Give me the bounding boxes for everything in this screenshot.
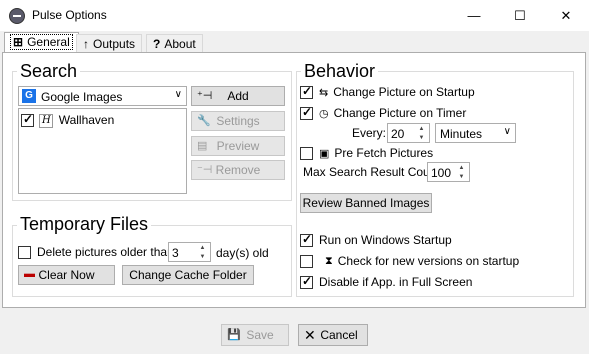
run-on-startup-row[interactable]: Run on Windows Startup (300, 232, 452, 247)
change-on-startup-row[interactable]: ⇆ Change Picture on Startup (300, 84, 475, 99)
remove-button-label: Remove (215, 163, 261, 177)
check-updates-row[interactable]: ⧗ Check for new versions on startup (300, 254, 519, 268)
stepper-up-icon[interactable]: ▲ (455, 164, 468, 172)
change-cache-label: Change Cache Folder (129, 268, 247, 282)
delete-old-checkbox-row[interactable]: Delete pictures older than (18, 245, 174, 259)
plug-remove-icon: ⁻⊣ (197, 164, 213, 176)
days-stepper[interactable]: 3 ▲ ▼ (168, 242, 211, 262)
disable-fullscreen-row[interactable]: Disable if App. in Full Screen (300, 274, 473, 289)
search-provider-select[interactable]: G Google Images ∨ (18, 86, 187, 106)
search-provider-value: Google Images (41, 90, 123, 104)
delete-old-checkbox[interactable] (18, 245, 31, 259)
maximize-button[interactable]: ☐ (497, 0, 543, 31)
days-value: 3 (172, 246, 179, 260)
add-button[interactable]: ⁺⊣ Add (191, 86, 285, 106)
title-bar: Pulse Options — ☐ ✕ (0, 0, 589, 31)
tab-outputs[interactable]: ↑ Outputs (76, 34, 143, 53)
window-title: Pulse Options (32, 8, 107, 22)
settings-button[interactable]: 🔧 Settings (191, 111, 285, 131)
sliders-icon: ⊞ (13, 35, 24, 49)
temporary-files-title: Temporary Files (17, 214, 152, 234)
preview-button-label: Preview (216, 139, 260, 153)
hourglass-icon: ⧗ (325, 254, 333, 267)
tab-about-label: About (164, 37, 196, 51)
run-on-startup-label: Run on Windows Startup (319, 233, 452, 247)
stepper-down-icon[interactable]: ▼ (455, 173, 468, 181)
change-on-timer-label: Change Picture on Timer (333, 106, 467, 120)
cancel-button-label: Cancel (320, 328, 358, 342)
tab-general[interactable]: ⊞ General (4, 32, 79, 53)
floppy-icon: 💾 (227, 329, 241, 341)
remove-button[interactable]: ⁻⊣ Remove (191, 160, 285, 180)
disable-fullscreen-checkbox[interactable] (300, 274, 313, 289)
days-unit-label: day(s) old (216, 246, 269, 260)
stepper-up-icon[interactable]: ▲ (196, 244, 209, 252)
delete-old-label: Delete pictures older than (37, 245, 174, 259)
check-updates-label: Check for new versions on startup (337, 254, 520, 268)
search-group-title: Search (17, 61, 81, 81)
wallhaven-checkbox[interactable] (21, 112, 34, 128)
pulse-app-icon (9, 8, 25, 24)
image-icon: ▣ (319, 147, 330, 160)
question-icon: ? (153, 37, 161, 51)
google-icon: G (22, 89, 36, 103)
tab-about[interactable]: ? About (146, 34, 203, 53)
provider-list[interactable]: H Wallhaven (18, 108, 187, 194)
every-stepper[interactable]: 20 ▲ ▼ (387, 123, 430, 143)
wallhaven-label: Wallhaven (58, 113, 115, 127)
arrow-up-icon: ↑ (83, 37, 89, 51)
prefetch-row[interactable]: ▣ Pre Fetch Pictures (300, 146, 433, 160)
max-search-stepper[interactable]: 100 ▲ ▼ (427, 162, 470, 182)
refresh-icon: ⇆ (319, 86, 329, 99)
stepper-down-icon[interactable]: ▼ (196, 253, 209, 261)
change-on-timer-checkbox[interactable] (300, 105, 313, 120)
wallhaven-icon: H (39, 113, 54, 128)
cancel-x-icon: ✕ (304, 327, 316, 343)
clock-icon: ◷ (319, 107, 329, 120)
review-banned-label: Review Banned Images (302, 196, 430, 210)
close-button[interactable]: ✕ (543, 0, 589, 31)
cancel-button[interactable]: ✕ Cancel (298, 324, 368, 346)
review-banned-button[interactable]: Review Banned Images (300, 193, 432, 213)
settings-button-label: Settings (216, 114, 260, 128)
change-on-timer-row[interactable]: ◷ Change Picture on Timer (300, 105, 467, 120)
minimize-button[interactable]: — (451, 0, 497, 31)
preview-button[interactable]: ▤ Preview (191, 136, 285, 156)
stepper-up-icon[interactable]: ▲ (415, 125, 428, 133)
behavior-title: Behavior (301, 61, 379, 81)
list-item-wallhaven[interactable]: H Wallhaven (21, 112, 115, 131)
save-button-label: Save (246, 328, 274, 342)
chevron-down-icon: ∨ (503, 126, 511, 137)
tab-general-label: General (27, 35, 70, 49)
clear-now-button[interactable]: ▬ Clear Now (18, 265, 115, 285)
run-on-startup-checkbox[interactable] (300, 232, 313, 247)
temporary-files-group (12, 225, 292, 297)
tab-strip: ⊞ General ↑ Outputs ? About (0, 31, 589, 53)
plug-add-icon: ⁺⊣ (197, 90, 213, 102)
save-button[interactable]: 💾 Save (221, 324, 289, 346)
max-search-label: Max Search Result Count: (303, 165, 444, 179)
change-on-startup-checkbox[interactable] (300, 84, 313, 99)
tab-outputs-label: Outputs (93, 37, 136, 51)
every-label: Every: (352, 126, 387, 140)
change-on-startup-label: Change Picture on Startup (333, 85, 475, 99)
add-button-label: Add (227, 89, 249, 103)
every-unit-select[interactable]: Minutes ∨ (435, 123, 516, 143)
prefetch-label: Pre Fetch Pictures (334, 146, 434, 160)
check-updates-checkbox[interactable] (300, 254, 313, 268)
max-search-value: 100 (431, 166, 452, 180)
clear-now-label: Clear Now (38, 268, 95, 282)
disable-fullscreen-label: Disable if App. in Full Screen (319, 275, 473, 289)
stepper-down-icon[interactable]: ▼ (415, 134, 428, 142)
every-value: 20 (391, 127, 405, 141)
clear-icon: ▬ (24, 268, 35, 280)
wrench-icon: 🔧 (197, 115, 211, 127)
preview-icon: ▤ (197, 140, 208, 152)
chevron-down-icon: ∨ (174, 89, 182, 100)
prefetch-checkbox[interactable] (300, 146, 313, 160)
every-unit-value: Minutes (440, 127, 483, 141)
change-cache-folder-button[interactable]: Change Cache Folder (122, 265, 254, 285)
